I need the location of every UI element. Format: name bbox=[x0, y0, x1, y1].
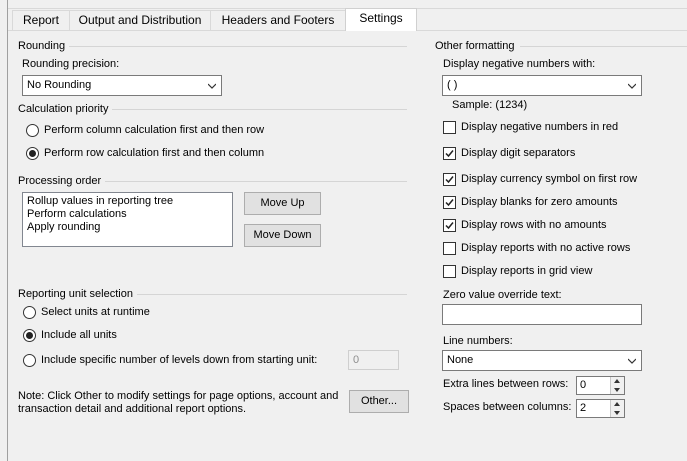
rounding-group-line bbox=[60, 46, 407, 47]
checkmark-icon bbox=[445, 150, 454, 158]
other-formatting-group-label: Other formatting bbox=[435, 40, 519, 52]
checkbox-digit-separators[interactable] bbox=[443, 147, 456, 160]
grid-view-label: Display reports in grid view bbox=[461, 265, 593, 277]
arrow-up-icon[interactable] bbox=[614, 379, 620, 383]
radio-include-specific-levels[interactable] bbox=[23, 354, 36, 367]
negative-numbers-value: ( ) bbox=[447, 79, 458, 91]
negative-numbers-label: Display negative numbers with: bbox=[443, 58, 596, 70]
checkbox-rows-no-amounts[interactable] bbox=[443, 219, 456, 232]
chevron-down-icon bbox=[208, 83, 216, 89]
chevron-down-icon bbox=[628, 83, 636, 89]
arrow-down-icon[interactable] bbox=[614, 388, 620, 392]
stepper-buttons[interactable] bbox=[610, 400, 624, 417]
rounding-precision-select[interactable]: No Rounding bbox=[22, 75, 222, 96]
reports-no-active-rows-label: Display reports with no active rows bbox=[461, 242, 631, 254]
spaces-between-columns-stepper[interactable]: 2 bbox=[576, 399, 625, 418]
row-first-label: Perform row calculation first and then c… bbox=[44, 147, 265, 159]
checkbox-blanks-zero[interactable] bbox=[443, 196, 456, 209]
negative-numbers-select[interactable]: ( ) bbox=[442, 75, 642, 96]
checkbox-negative-red[interactable] bbox=[443, 121, 456, 134]
calculation-group-label: Calculation priority bbox=[18, 103, 113, 115]
checkbox-reports-no-active-rows[interactable] bbox=[443, 242, 456, 255]
zero-override-input[interactable] bbox=[442, 304, 642, 325]
processing-group-line bbox=[102, 181, 407, 182]
list-item[interactable]: Rollup values in reporting tree bbox=[27, 195, 228, 208]
line-numbers-value: None bbox=[447, 354, 474, 366]
zero-override-label: Zero value override text: bbox=[443, 289, 562, 301]
currency-symbol-label: Display currency symbol on first row bbox=[461, 173, 638, 185]
include-specific-levels-label: Include specific number of levels down f… bbox=[41, 354, 318, 366]
tab-strip: Report Output and Distribution Headers a… bbox=[8, 8, 687, 31]
include-all-units-label: Include all units bbox=[41, 329, 117, 341]
tab-settings-label: Settings bbox=[359, 11, 403, 25]
checkbox-currency-symbol[interactable] bbox=[443, 173, 456, 186]
tab-output-label: Output and Distribution bbox=[78, 13, 202, 27]
radio-column-first[interactable] bbox=[26, 124, 39, 137]
note-text-line1: Note: Click Other to modify settings for… bbox=[18, 390, 339, 402]
stepper-buttons[interactable] bbox=[610, 377, 624, 394]
rounding-precision-label: Rounding precision: bbox=[22, 58, 120, 70]
reporting-unit-group-line bbox=[135, 294, 407, 295]
checkmark-icon bbox=[445, 199, 454, 207]
checkmark-icon bbox=[445, 222, 454, 230]
note-text-line2: transaction detail and additional report… bbox=[18, 403, 247, 415]
column-first-label: Perform column calculation first and the… bbox=[44, 124, 265, 136]
radio-include-all-units[interactable] bbox=[23, 329, 36, 342]
tab-settings[interactable]: Settings bbox=[345, 8, 417, 31]
extra-lines-value: 0 bbox=[580, 379, 587, 391]
levels-down-input[interactable]: 0 bbox=[348, 350, 399, 370]
rows-no-amounts-label: Display rows with no amounts bbox=[461, 219, 607, 231]
checkbox-grid-view[interactable] bbox=[443, 265, 456, 278]
move-down-button[interactable]: Move Down bbox=[244, 224, 321, 247]
processing-group-label: Processing order bbox=[18, 175, 106, 187]
list-item[interactable]: Perform calculations bbox=[27, 208, 228, 221]
extra-lines-stepper[interactable]: 0 bbox=[576, 376, 625, 395]
spaces-between-columns-value: 2 bbox=[580, 402, 587, 414]
chevron-down-icon bbox=[628, 358, 636, 364]
tab-headers-label: Headers and Footers bbox=[221, 13, 335, 27]
radio-select-at-runtime[interactable] bbox=[23, 306, 36, 319]
checkmark-icon bbox=[445, 176, 454, 184]
line-numbers-select[interactable]: None bbox=[442, 350, 642, 371]
tab-report[interactable]: Report bbox=[12, 10, 70, 30]
spaces-between-columns-label: Spaces between columns: bbox=[443, 401, 572, 413]
rounding-precision-value: No Rounding bbox=[27, 79, 92, 91]
list-item[interactable]: Apply rounding bbox=[27, 221, 228, 234]
reporting-unit-group-label: Reporting unit selection bbox=[18, 288, 137, 300]
select-at-runtime-label: Select units at runtime bbox=[41, 306, 150, 318]
negative-red-label: Display negative numbers in red bbox=[461, 121, 619, 133]
tab-report-label: Report bbox=[22, 13, 60, 27]
move-up-button[interactable]: Move Up bbox=[244, 192, 321, 215]
sample-text: Sample: (1234) bbox=[452, 99, 528, 111]
calculation-group-line bbox=[110, 109, 407, 110]
line-numbers-label: Line numbers: bbox=[443, 335, 513, 347]
extra-lines-label: Extra lines between rows: bbox=[443, 378, 569, 390]
radio-row-first[interactable] bbox=[26, 147, 39, 160]
processing-order-list[interactable]: Rollup values in reporting tree Perform … bbox=[22, 192, 233, 247]
other-formatting-group-line bbox=[520, 46, 687, 47]
other-button[interactable]: Other... bbox=[349, 390, 409, 413]
tab-output-distribution[interactable]: Output and Distribution bbox=[69, 10, 211, 30]
arrow-down-icon[interactable] bbox=[614, 411, 620, 415]
arrow-up-icon[interactable] bbox=[614, 402, 620, 406]
digit-separators-label: Display digit separators bbox=[461, 147, 576, 159]
rounding-group-label: Rounding bbox=[18, 40, 70, 52]
tab-headers-footers[interactable]: Headers and Footers bbox=[210, 10, 346, 30]
blanks-zero-label: Display blanks for zero amounts bbox=[461, 196, 618, 208]
left-window-edge bbox=[0, 0, 8, 461]
